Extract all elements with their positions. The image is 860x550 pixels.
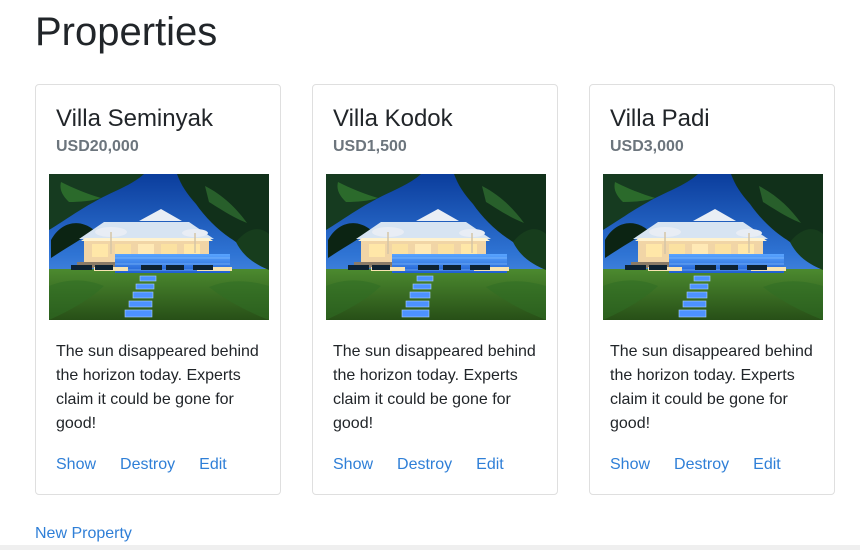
property-card-villa-padi: Villa Padi USD3,000 The sun disappeared … (589, 84, 835, 495)
property-description: The sun disappeared behind the horizon t… (56, 343, 259, 432)
villa-photo (603, 174, 823, 320)
property-card-list: Villa Seminyak USD20,000 The sun disappe… (35, 84, 835, 495)
property-name: Villa Kodok (333, 105, 453, 132)
property-card-villa-seminyak: Villa Seminyak USD20,000 The sun disappe… (35, 84, 281, 495)
edit-link[interactable]: Edit (476, 455, 504, 475)
destroy-link[interactable]: Destroy (397, 455, 452, 475)
property-actions: Show Destroy Edit (56, 455, 227, 475)
property-name: Villa Seminyak (56, 105, 213, 132)
property-price: USD1,500 (333, 138, 407, 155)
property-price: USD20,000 (56, 138, 139, 155)
properties-page: Properties Villa Seminyak USD20,000 The … (0, 0, 860, 550)
villa-photo (49, 174, 269, 320)
page-title: Properties (35, 10, 218, 54)
villa-photo (326, 174, 546, 320)
property-actions: Show Destroy Edit (333, 455, 504, 475)
show-link[interactable]: Show (56, 455, 96, 475)
property-card-villa-kodok: Villa Kodok USD1,500 The sun disappeared… (312, 84, 558, 495)
show-link[interactable]: Show (333, 455, 373, 475)
property-name: Villa Padi (610, 105, 710, 132)
edit-link[interactable]: Edit (199, 455, 227, 475)
property-actions: Show Destroy Edit (610, 455, 781, 475)
property-description: The sun disappeared behind the horizon t… (333, 343, 536, 432)
bottom-scroll-strip (0, 545, 860, 550)
destroy-link[interactable]: Destroy (674, 455, 729, 475)
destroy-link[interactable]: Destroy (120, 455, 175, 475)
property-description: The sun disappeared behind the horizon t… (610, 343, 813, 432)
show-link[interactable]: Show (610, 455, 650, 475)
new-property-link[interactable]: New Property (35, 524, 132, 544)
edit-link[interactable]: Edit (753, 455, 781, 475)
property-price: USD3,000 (610, 138, 684, 155)
